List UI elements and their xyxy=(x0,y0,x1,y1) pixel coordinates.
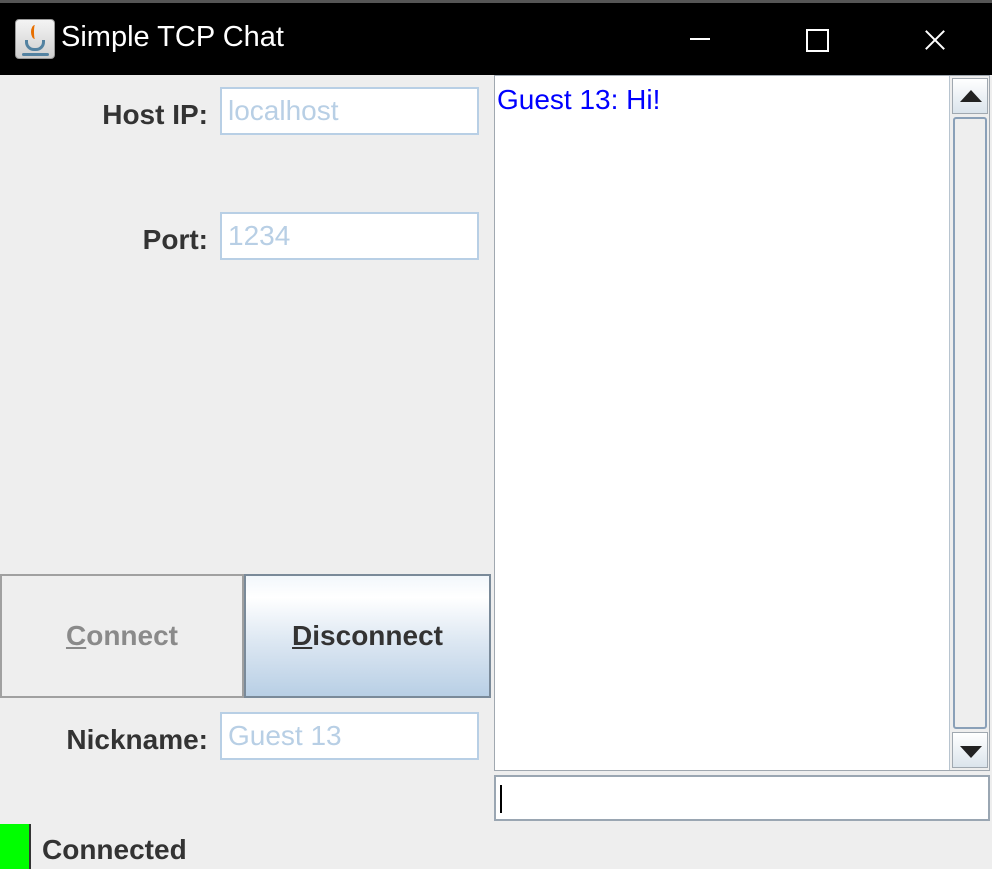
message-input[interactable] xyxy=(494,775,990,821)
disconnect-label: isconnect xyxy=(312,620,443,651)
port-field[interactable]: 1234 xyxy=(220,212,479,260)
host-ip-label: Host IP: xyxy=(102,99,208,130)
window-title: Simple TCP Chat xyxy=(61,21,284,53)
arrow-up-icon xyxy=(960,90,982,102)
status-indicator xyxy=(0,824,31,869)
connect-button[interactable]: Connect xyxy=(0,574,244,698)
scroll-thumb[interactable] xyxy=(953,117,987,729)
minimize-icon[interactable] xyxy=(642,3,758,75)
maximize-icon[interactable] xyxy=(758,3,874,75)
java-icon[interactable] xyxy=(15,19,55,59)
connect-mnemonic: C xyxy=(65,620,87,651)
disconnect-mnemonic: D xyxy=(292,620,313,651)
chat-message: Guest 13: Hi! xyxy=(497,84,661,115)
chat-log[interactable]: Guest 13: Hi! xyxy=(494,75,990,771)
close-icon[interactable] xyxy=(876,3,992,75)
disconnect-button[interactable]: Disconnect xyxy=(244,574,491,698)
status-text: Connected xyxy=(42,834,187,865)
chat-scrollbar[interactable] xyxy=(949,76,989,770)
nickname-field[interactable]: Guest 13 xyxy=(220,712,479,760)
port-label: Port: xyxy=(142,224,208,255)
nickname-label: Nickname: xyxy=(66,724,208,755)
text-caret xyxy=(500,785,502,813)
scroll-up-button[interactable] xyxy=(952,78,988,114)
connect-label: onnect xyxy=(86,620,178,651)
host-ip-field[interactable]: localhost xyxy=(220,87,479,135)
title-bar: Simple TCP Chat xyxy=(0,0,992,75)
scroll-down-button[interactable] xyxy=(952,732,988,768)
arrow-down-icon xyxy=(960,746,982,758)
